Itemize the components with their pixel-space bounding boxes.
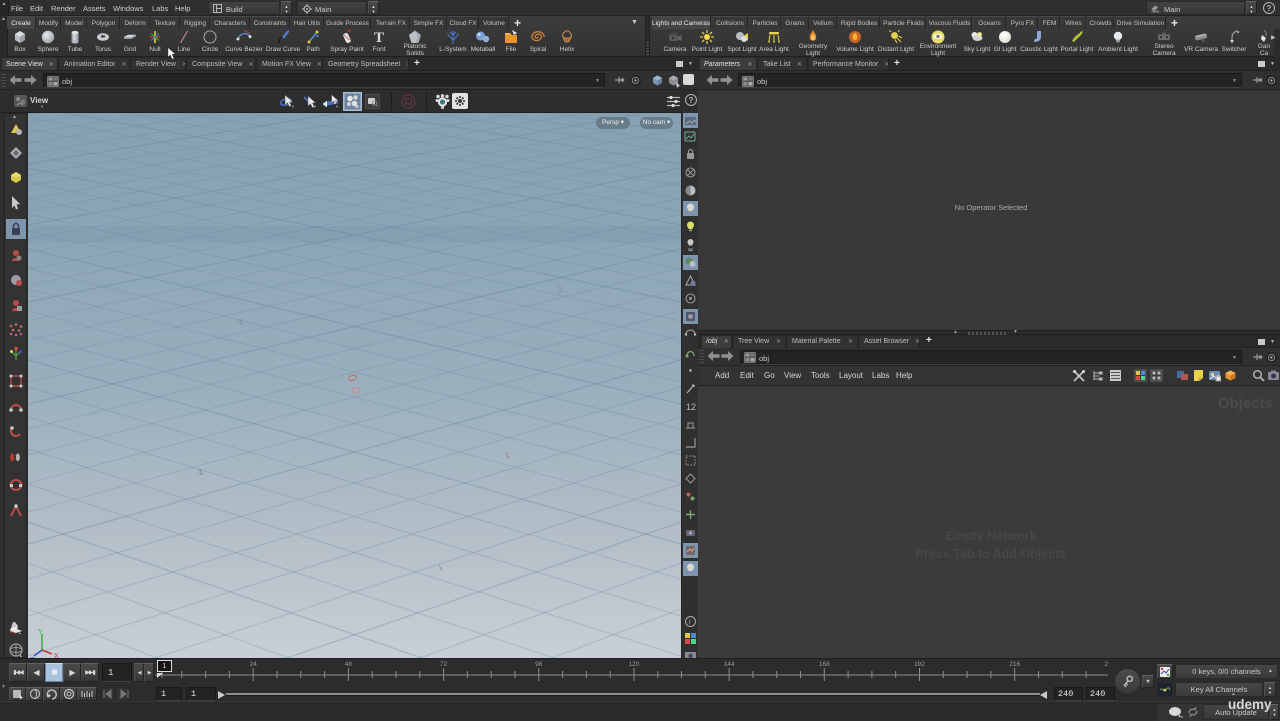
svg-text:24: 24 bbox=[250, 661, 258, 668]
svg-text:120: 120 bbox=[629, 661, 640, 668]
svg-text:216: 216 bbox=[1009, 661, 1020, 668]
svg-text:48: 48 bbox=[345, 661, 353, 668]
svg-text:Y: Y bbox=[38, 629, 43, 636]
svg-text:144: 144 bbox=[724, 661, 735, 668]
svg-text:12: 12 bbox=[686, 402, 696, 412]
svg-text:192: 192 bbox=[914, 661, 925, 668]
svg-text:72: 72 bbox=[440, 661, 448, 668]
svg-text:240: 240 bbox=[1104, 661, 1108, 668]
svg-text:T: T bbox=[374, 30, 384, 46]
svg-text:168: 168 bbox=[819, 661, 830, 668]
svg-text:96: 96 bbox=[535, 661, 543, 668]
svg-text:i: i bbox=[689, 619, 691, 626]
